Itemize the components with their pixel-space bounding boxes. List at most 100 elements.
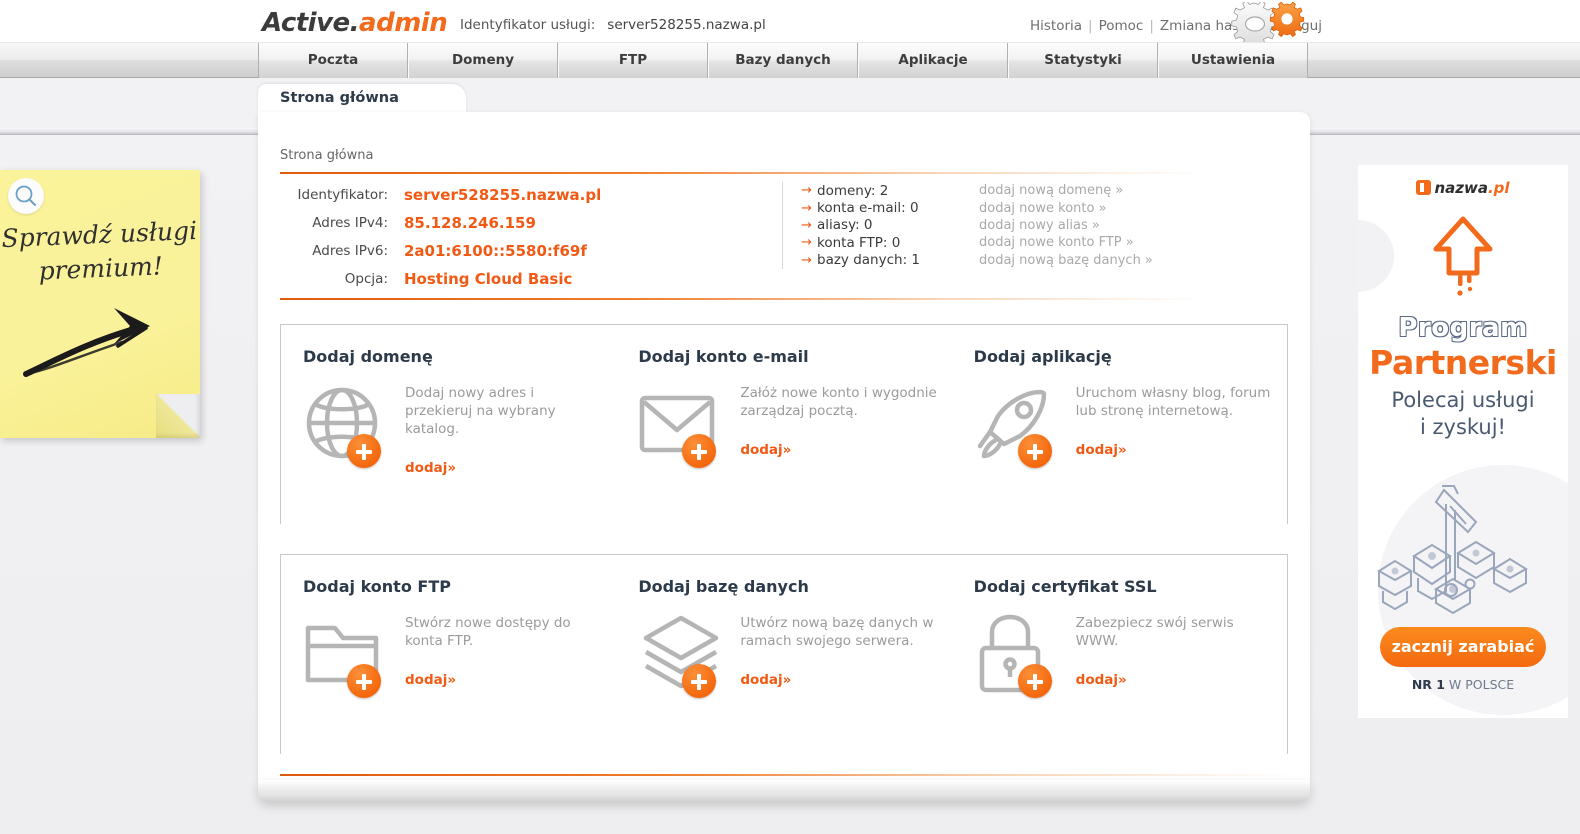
section-divider-orange [280,298,1204,300]
up-arrow-icon [1358,213,1568,305]
main-tab-strip: Poczta Domeny FTP Bazy danych Aplikacje … [0,42,1580,78]
card-add-link-dodaj-konto-ftp[interactable]: dodaj» [405,672,605,688]
rocket-icon [974,384,1066,468]
info-row-ipv4: Adres IPv4: 85.128.246.159 [280,214,780,232]
tab-ftp[interactable]: FTP [558,43,708,78]
tab-poczta[interactable]: Poczta [258,43,408,78]
stat-row-konta-ftp: → konta FTP: 0 dodaj nowe konto FTP » [801,234,1252,251]
card-title-dodaj-konto-ftp: Dodaj konto FTP [303,577,451,596]
info-value-ipv6: 2a01:6100::5580:f69f [404,242,587,260]
card-title-dodaj-baze-danych: Dodaj bazę danych [638,577,809,596]
card-dodaj-konto-email[interactable]: Dodaj konto e-mail Załóż nowe konto i wy… [616,325,951,476]
folder-icon [303,614,395,698]
card-add-link-dodaj-aplikacje[interactable]: dodaj» [1076,442,1276,458]
panel-tab-strona-glowna[interactable]: Strona główna [258,84,466,112]
card-row-2: Dodaj konto FTP Stwórz nowe dostępy do k… [281,555,1287,698]
stat-name-domeny: domeny: 2 [817,182,889,199]
card-desc-dodaj-konto-ftp: Stwórz nowe dostępy do konta FTP. [405,615,571,649]
top-nav-pomoc[interactable]: Pomoc [1099,18,1144,34]
stat-name-konta-email: konta e-mail: 0 [817,200,919,217]
card-dodaj-certyfikat-ssl[interactable]: Dodaj certyfikat SSL Zabezpiecz swój ser… [952,555,1287,698]
card-desc-dodaj-baze-danych: Utwórz nową bazę danych w ramach swojego… [740,615,934,649]
stat-link-dodaj-baze[interactable]: dodaj nową bazę danych » [979,253,1153,268]
info-value-ipv4: 85.128.246.159 [404,214,536,232]
info-row-ipv6: Adres IPv6: 2a01:6100::5580:f69f [280,242,780,260]
tab-statystyki[interactable]: Statystyki [1008,43,1158,78]
arrow-icon: → [801,183,812,199]
info-label-ipv4: Adres IPv4: [312,215,388,231]
card-desc-dodaj-aplikacje: Uruchom własny blog, forum lub stronę in… [1075,385,1271,419]
stat-link-dodaj-domene[interactable]: dodaj nową domenę » [979,183,1123,198]
info-value-identyfikator: server528255.nazwa.pl [404,186,602,204]
card-desc-dodaj-certyfikat-ssl: Zabezpiecz swój serwis WWW. [1075,615,1234,649]
plus-badge-icon [682,434,717,468]
banner-footer-bold: NR 1 [1411,677,1445,692]
stat-link-dodaj-konto[interactable]: dodaj nowe konto » [979,201,1107,216]
banner-cta-button[interactable]: zacznij zarabiać [1380,627,1546,667]
gears-icon [1224,0,1310,48]
card-dodaj-konto-ftp[interactable]: Dodaj konto FTP Stwórz nowe dostępy do k… [281,555,616,698]
arrow-icon: → [801,235,812,251]
sticky-note-fold [156,394,200,438]
tab-ustawienia[interactable]: Ustawienia [1158,43,1308,78]
info-label-identyfikator: Identyfikator: [297,187,388,203]
card-dodaj-aplikacje[interactable]: Dodaj aplikację Uruchom własny blog, for… [952,325,1287,476]
plus-badge-icon [1017,664,1052,698]
service-info-block: Identyfikator: server528255.nazwa.pl Adr… [280,186,780,298]
stat-name-bazy-danych: bazy danych: 1 [817,252,921,269]
coins-crane-icon [1358,460,1568,645]
top-nav-separator-1: | [1088,18,1093,34]
info-label-ipv6: Adres IPv6: [312,243,388,259]
banner-footer-rest: W POLSCE [1444,677,1515,692]
stat-link-dodaj-konto-ftp[interactable]: dodaj nowe konto FTP » [979,235,1134,250]
stat-row-konta-email: → konta e-mail: 0 dodaj nowe konto » [801,199,1252,216]
info-row-identyfikator: Identyfikator: server528255.nazwa.pl [280,186,780,204]
banner-logo-suffix: .pl [1487,179,1510,197]
plus-badge-icon [347,664,381,698]
card-add-link-dodaj-konto-email[interactable]: dodaj» [740,442,940,458]
padlock-icon [974,614,1066,698]
envelope-icon [638,384,730,468]
premium-sticky-note[interactable]: Sprawdź usługi premium! [0,170,200,438]
plus-badge-icon [1017,434,1052,468]
stat-row-bazy-danych: → bazy danych: 1 dodaj nową bazę danych … [801,252,1252,269]
card-title-dodaj-aplikacje: Dodaj aplikację [973,347,1112,366]
stat-name-konta-ftp: konta FTP: 0 [817,234,901,251]
card-dodaj-domene[interactable]: Dodaj domenę Dodaj nowy adres i przekier… [281,325,616,476]
card-add-link-dodaj-domene[interactable]: dodaj» [405,460,605,476]
info-value-opcja: Hosting Cloud Basic [404,270,573,288]
card-section-row-1: Dodaj domenę Dodaj nowy adres i przekier… [280,324,1288,524]
header-divider-orange [280,172,1204,174]
banner-footer-note: NR 1 W POLSCE [1358,677,1568,692]
page-root: Active.admin Active.admin Identyfikator … [0,0,1580,834]
card-dodaj-baze-danych[interactable]: Dodaj bazę danych Utwórz nową bazę danyc… [616,555,951,698]
banner-title-bottom: Partnerski [1369,343,1557,382]
panel-footer-bar [258,780,1310,802]
card-add-link-dodaj-certyfikat-ssl[interactable]: dodaj» [1076,672,1276,688]
arrow-icon: → [801,217,812,233]
info-row-opcja: Opcja: Hosting Cloud Basic [280,270,780,288]
tab-bazy-danych[interactable]: Bazy danych [708,43,858,78]
partner-program-banner[interactable]: nazwa.pl Program Partnerski Polecaj usłu… [1358,165,1568,718]
card-title-dodaj-konto-email: Dodaj konto e-mail [638,347,809,366]
info-label-opcja: Opcja: [344,271,388,287]
tab-aplikacje[interactable]: Aplikacje [858,43,1008,78]
banner-logo: nazwa.pl [1358,179,1568,197]
tab-domeny[interactable]: Domeny [408,43,558,78]
card-add-link-dodaj-baze-danych[interactable]: dodaj» [740,672,940,688]
stat-link-dodaj-alias[interactable]: dodaj nowy alias » [979,218,1100,233]
banner-title-top: Program [1398,313,1528,343]
panel-body: Strona główna Identyfikator: server52825… [258,112,1310,780]
card-title-dodaj-domene: Dodaj domenę [303,347,433,366]
top-nav-historia[interactable]: Historia [1030,18,1082,34]
app-logo[interactable]: Active.admin [262,8,448,38]
arrow-icon: → [801,252,812,268]
footer-divider-orange [280,774,1288,776]
banner-subtitle-line-2: i zyskuj! [1420,415,1506,439]
banner-subtitle-line-1: Polecaj usługi [1391,388,1535,412]
database-layers-icon [638,614,730,698]
breadcrumb: Strona główna [280,148,374,163]
logo-primary-text: Active. [262,8,360,38]
sticky-note-text: Sprawdź usługi premium! [0,214,201,290]
panel-tab-label: Strona główna [280,90,399,106]
